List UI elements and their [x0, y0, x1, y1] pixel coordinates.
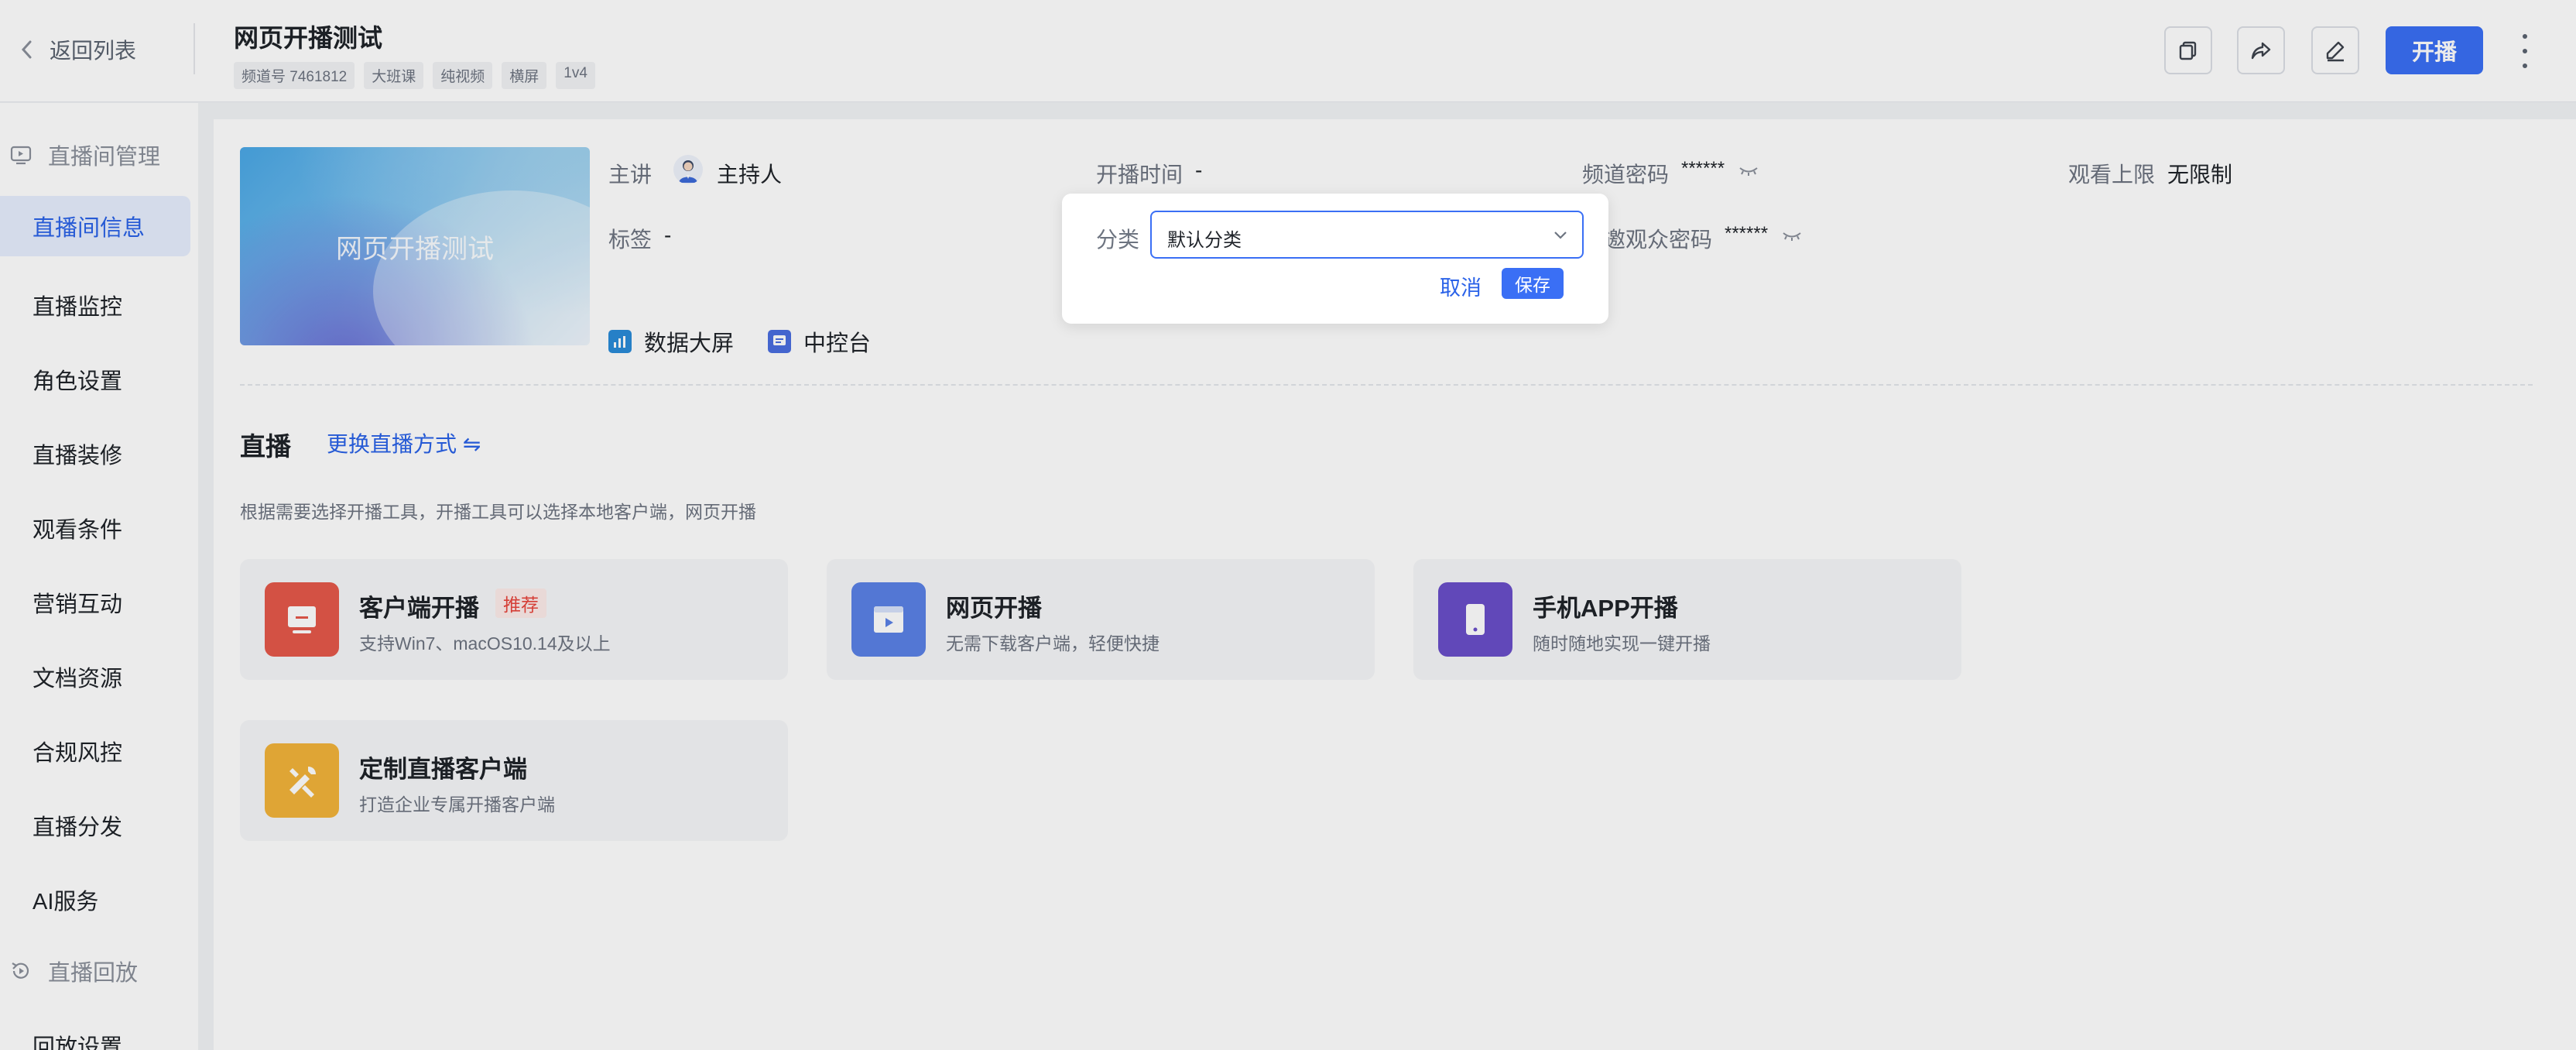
chevron-down-icon: [1554, 232, 1567, 239]
cancel-button[interactable]: 取消: [1440, 271, 1482, 301]
category-select[interactable]: 默认分类: [1150, 211, 1584, 259]
save-button[interactable]: 保存: [1502, 268, 1564, 299]
category-label: 分类: [1096, 228, 1140, 252]
modal-overlay[interactable]: [0, 0, 2576, 1050]
category-selected-value: 默认分类: [1167, 230, 1242, 251]
category-edit-popover: 分类 默认分类 取消 保存: [1062, 194, 1608, 324]
